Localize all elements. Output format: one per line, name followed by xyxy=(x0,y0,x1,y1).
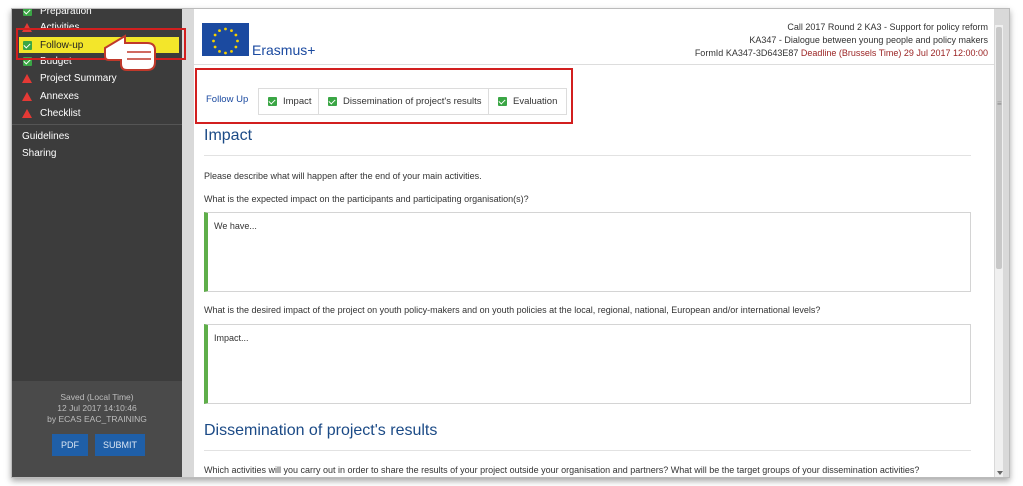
dissemination-heading: Dissemination of project's results xyxy=(204,422,438,439)
call-title: Call 2017 Round 2 KA3 - Support for poli… xyxy=(787,22,988,32)
impact-question-2: What is the desired impact of the projec… xyxy=(204,305,821,315)
sidebar: Preparation Activities Follow-up Budget … xyxy=(12,9,182,477)
scroll-down-arrow-icon[interactable] xyxy=(997,471,1003,475)
warning-icon xyxy=(22,73,32,83)
check-icon xyxy=(328,97,337,106)
tab-dissemination[interactable]: Dissemination of project's results xyxy=(318,88,492,115)
sidebar-item-checklist[interactable]: Checklist xyxy=(22,105,81,121)
form-id: FormId KA347-3D643E87 xyxy=(694,48,799,58)
tab-evaluation[interactable]: Evaluation xyxy=(488,88,568,115)
sidebar-link-guidelines[interactable]: Guidelines xyxy=(22,131,69,142)
sidebar-item-label: Preparation xyxy=(40,8,92,17)
saved-status: Saved (Local Time) 12 Jul 2017 14:10:46 … xyxy=(12,392,182,425)
impact-answer-1-field[interactable]: We have... xyxy=(204,212,971,292)
check-icon xyxy=(268,97,277,106)
impact-question-1: What is the expected impact on the parti… xyxy=(204,194,529,204)
submit-button[interactable]: SUBMIT xyxy=(95,434,145,456)
sidebar-item-label: Checklist xyxy=(40,107,81,119)
warning-icon xyxy=(22,108,32,118)
eu-flag-logo xyxy=(202,23,249,56)
sidebar-item-label: Annexes xyxy=(40,90,79,102)
tab-label: Dissemination of project's results xyxy=(343,96,482,107)
scroll-grip-icon: ≡ xyxy=(997,99,1002,108)
dissemination-question-1: Which activities will you carry out in o… xyxy=(204,465,920,475)
call-info: Call 2017 Round 2 KA3 - Support for poli… xyxy=(695,21,988,60)
tab-label: Evaluation xyxy=(513,96,558,107)
header: Erasmus+ Call 2017 Round 2 KA3 - Support… xyxy=(194,9,994,65)
saved-status-line: 12 Jul 2017 14:10:46 xyxy=(57,403,137,413)
application-window: Preparation Activities Follow-up Budget … xyxy=(11,8,1010,478)
pdf-button[interactable]: PDF xyxy=(52,434,88,456)
sidebar-item-preparation[interactable]: Preparation xyxy=(22,8,92,19)
impact-answer-2-field[interactable]: Impact... xyxy=(204,324,971,404)
deadline: Deadline (Brussels Time) 29 Jul 2017 12:… xyxy=(800,48,988,58)
sidebar-item-annexes[interactable]: Annexes xyxy=(22,88,79,104)
action-title: KA347 - Dialogue between young people an… xyxy=(749,35,988,45)
section-divider xyxy=(204,450,971,451)
scrollbar-thumb[interactable] xyxy=(996,27,1002,269)
section-divider xyxy=(204,155,971,156)
form-meta: FormId KA347-3D643E87 Deadline (Brussels… xyxy=(695,47,988,60)
impact-intro: Please describe what will happen after t… xyxy=(204,171,482,181)
sidebar-link-sharing[interactable]: Sharing xyxy=(22,148,56,159)
check-icon xyxy=(22,9,32,16)
saved-status-line: by ECAS EAC_TRAINING xyxy=(47,414,147,424)
sidebar-divider xyxy=(12,124,182,125)
impact-heading: Impact xyxy=(204,127,253,144)
tab-impact[interactable]: Impact xyxy=(258,88,322,115)
pointing-hand-icon xyxy=(104,34,156,71)
erasmus-brand: Erasmus+ xyxy=(252,42,316,58)
warning-icon xyxy=(22,91,32,101)
check-icon xyxy=(498,97,507,106)
tab-follow-up-title[interactable]: Follow Up xyxy=(206,94,248,105)
tab-label: Impact xyxy=(283,96,312,107)
saved-status-line: Saved (Local Time) xyxy=(60,392,134,402)
